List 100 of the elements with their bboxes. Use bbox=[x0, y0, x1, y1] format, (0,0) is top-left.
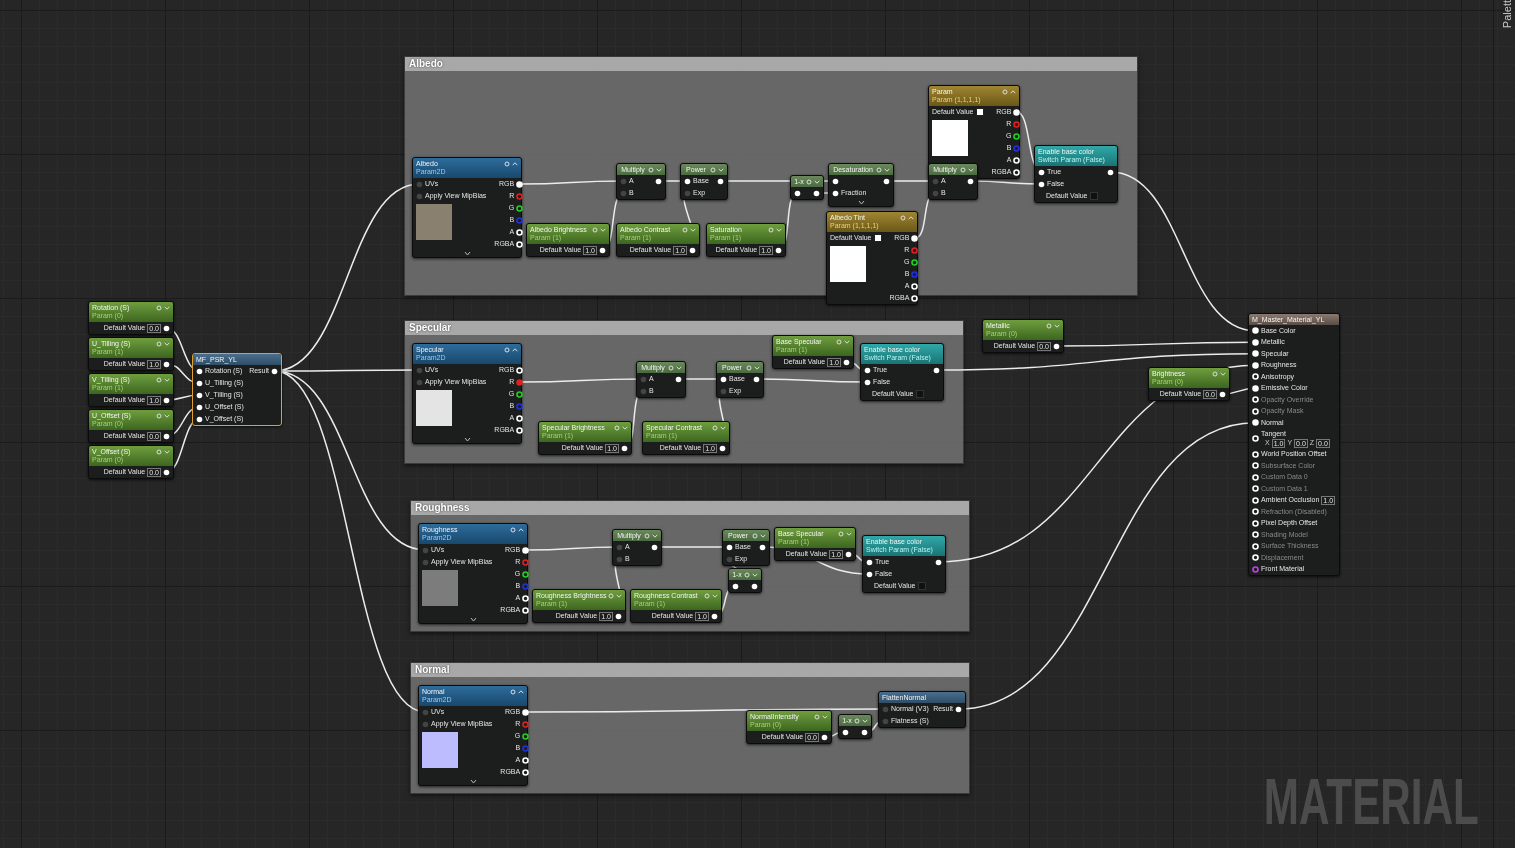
pin-visibility-icon[interactable] bbox=[712, 425, 718, 431]
pin-visibility-icon[interactable] bbox=[504, 161, 510, 167]
caret-icon[interactable] bbox=[164, 305, 170, 311]
pin-icon[interactable] bbox=[866, 570, 873, 578]
material-output-node[interactable] bbox=[1248, 313, 1340, 576]
pin-icon[interactable] bbox=[196, 403, 203, 411]
expand-caret-icon[interactable] bbox=[463, 437, 471, 442]
pin-icon[interactable] bbox=[955, 705, 962, 713]
pin-visibility-icon[interactable] bbox=[1002, 89, 1008, 95]
pin-icon[interactable] bbox=[751, 582, 758, 590]
checkbox[interactable] bbox=[915, 390, 924, 398]
pin-icon[interactable] bbox=[967, 177, 974, 185]
pin-icon[interactable] bbox=[759, 543, 766, 551]
caret-icon[interactable] bbox=[652, 533, 658, 539]
expand-caret-icon[interactable] bbox=[469, 617, 477, 622]
pin-icon[interactable] bbox=[1038, 168, 1045, 176]
pin-icon[interactable] bbox=[719, 444, 726, 452]
caret-icon[interactable] bbox=[884, 167, 890, 173]
caret-icon[interactable] bbox=[616, 593, 622, 599]
pin-visibility-icon[interactable] bbox=[746, 365, 752, 371]
pin-visibility-icon[interactable] bbox=[510, 527, 516, 533]
pin-icon[interactable] bbox=[1107, 168, 1114, 176]
pin-visibility-icon[interactable] bbox=[156, 377, 162, 383]
pin-visibility-icon[interactable] bbox=[876, 167, 882, 173]
caret-icon[interactable] bbox=[754, 365, 760, 371]
pin-visibility-icon[interactable] bbox=[608, 593, 614, 599]
caret-icon[interactable] bbox=[776, 227, 782, 233]
caret-icon[interactable] bbox=[656, 167, 662, 173]
pin-icon[interactable] bbox=[775, 246, 782, 254]
pin-visibility-icon[interactable] bbox=[960, 167, 966, 173]
pin-icon[interactable] bbox=[163, 360, 170, 368]
pin-icon[interactable] bbox=[196, 415, 203, 423]
pin-icon[interactable] bbox=[933, 366, 940, 374]
caret-icon[interactable] bbox=[712, 593, 718, 599]
pin-visibility-icon[interactable] bbox=[900, 215, 906, 221]
expand-caret-icon[interactable] bbox=[463, 251, 471, 256]
pin-icon[interactable] bbox=[720, 375, 727, 383]
pin-icon[interactable] bbox=[522, 570, 530, 578]
pin-icon[interactable] bbox=[843, 358, 850, 366]
pin-icon[interactable] bbox=[726, 543, 733, 551]
pin-visibility-icon[interactable] bbox=[814, 714, 820, 720]
collapse-icon[interactable] bbox=[518, 689, 524, 695]
collapse-icon[interactable] bbox=[512, 347, 518, 353]
caret-icon[interactable] bbox=[1220, 371, 1226, 377]
caret-icon[interactable] bbox=[718, 167, 724, 173]
caret-icon[interactable] bbox=[760, 533, 766, 539]
pin-visibility-icon[interactable] bbox=[836, 339, 842, 345]
collapse-icon[interactable] bbox=[518, 527, 524, 533]
pin-visibility-icon[interactable] bbox=[806, 179, 812, 185]
checkbox[interactable] bbox=[917, 582, 926, 590]
collapse-icon[interactable] bbox=[908, 215, 914, 221]
pin-icon[interactable] bbox=[1013, 132, 1021, 140]
expand-caret-icon[interactable] bbox=[857, 200, 865, 205]
pin-visibility-icon[interactable] bbox=[704, 593, 710, 599]
pin-visibility-icon[interactable] bbox=[614, 425, 620, 431]
pin-visibility-icon[interactable] bbox=[744, 572, 750, 578]
pin-icon[interactable] bbox=[1038, 180, 1045, 188]
caret-icon[interactable] bbox=[814, 179, 820, 185]
pin-icon[interactable] bbox=[1219, 390, 1226, 398]
pin-icon[interactable] bbox=[163, 396, 170, 404]
pin-icon[interactable] bbox=[832, 189, 839, 197]
pin-icon[interactable] bbox=[196, 391, 203, 399]
caret-icon[interactable] bbox=[862, 718, 868, 724]
pin-visibility-icon[interactable] bbox=[592, 227, 598, 233]
pin-icon[interactable] bbox=[821, 733, 828, 741]
caret-icon[interactable] bbox=[164, 341, 170, 347]
pin-visibility-icon[interactable] bbox=[156, 305, 162, 311]
pin-icon[interactable] bbox=[271, 367, 278, 375]
caret-icon[interactable] bbox=[690, 227, 696, 233]
pin-icon[interactable] bbox=[599, 246, 606, 254]
pin-visibility-icon[interactable] bbox=[710, 167, 716, 173]
caret-icon[interactable] bbox=[164, 449, 170, 455]
color-swatch[interactable] bbox=[873, 234, 882, 242]
caret-icon[interactable] bbox=[844, 339, 850, 345]
caret-icon[interactable] bbox=[676, 365, 682, 371]
pin-visibility-icon[interactable] bbox=[648, 167, 654, 173]
pin-icon[interactable] bbox=[753, 375, 760, 383]
collapse-icon[interactable] bbox=[512, 161, 518, 167]
pin-visibility-icon[interactable] bbox=[854, 718, 860, 724]
pin-icon[interactable] bbox=[684, 177, 691, 185]
pin-icon[interactable] bbox=[163, 432, 170, 440]
pin-icon[interactable] bbox=[615, 612, 622, 620]
pin-icon[interactable] bbox=[711, 612, 718, 620]
palette-tab[interactable]: Palett bbox=[1501, 0, 1513, 29]
pin-icon[interactable] bbox=[832, 177, 839, 185]
pin-visibility-icon[interactable] bbox=[838, 531, 844, 537]
pin-icon[interactable] bbox=[864, 378, 871, 386]
caret-icon[interactable] bbox=[752, 572, 758, 578]
pin-icon[interactable] bbox=[163, 324, 170, 332]
pin-visibility-icon[interactable] bbox=[156, 449, 162, 455]
pin-visibility-icon[interactable] bbox=[156, 341, 162, 347]
pin-visibility-icon[interactable] bbox=[504, 347, 510, 353]
pin-icon[interactable] bbox=[621, 444, 628, 452]
pin-icon[interactable] bbox=[196, 379, 203, 387]
pin-icon[interactable] bbox=[813, 189, 820, 197]
pin-visibility-icon[interactable] bbox=[768, 227, 774, 233]
pin-icon[interactable] bbox=[651, 543, 658, 551]
color-swatch[interactable] bbox=[975, 108, 984, 116]
pin-icon[interactable] bbox=[655, 177, 662, 185]
checkbox[interactable] bbox=[1089, 192, 1098, 200]
